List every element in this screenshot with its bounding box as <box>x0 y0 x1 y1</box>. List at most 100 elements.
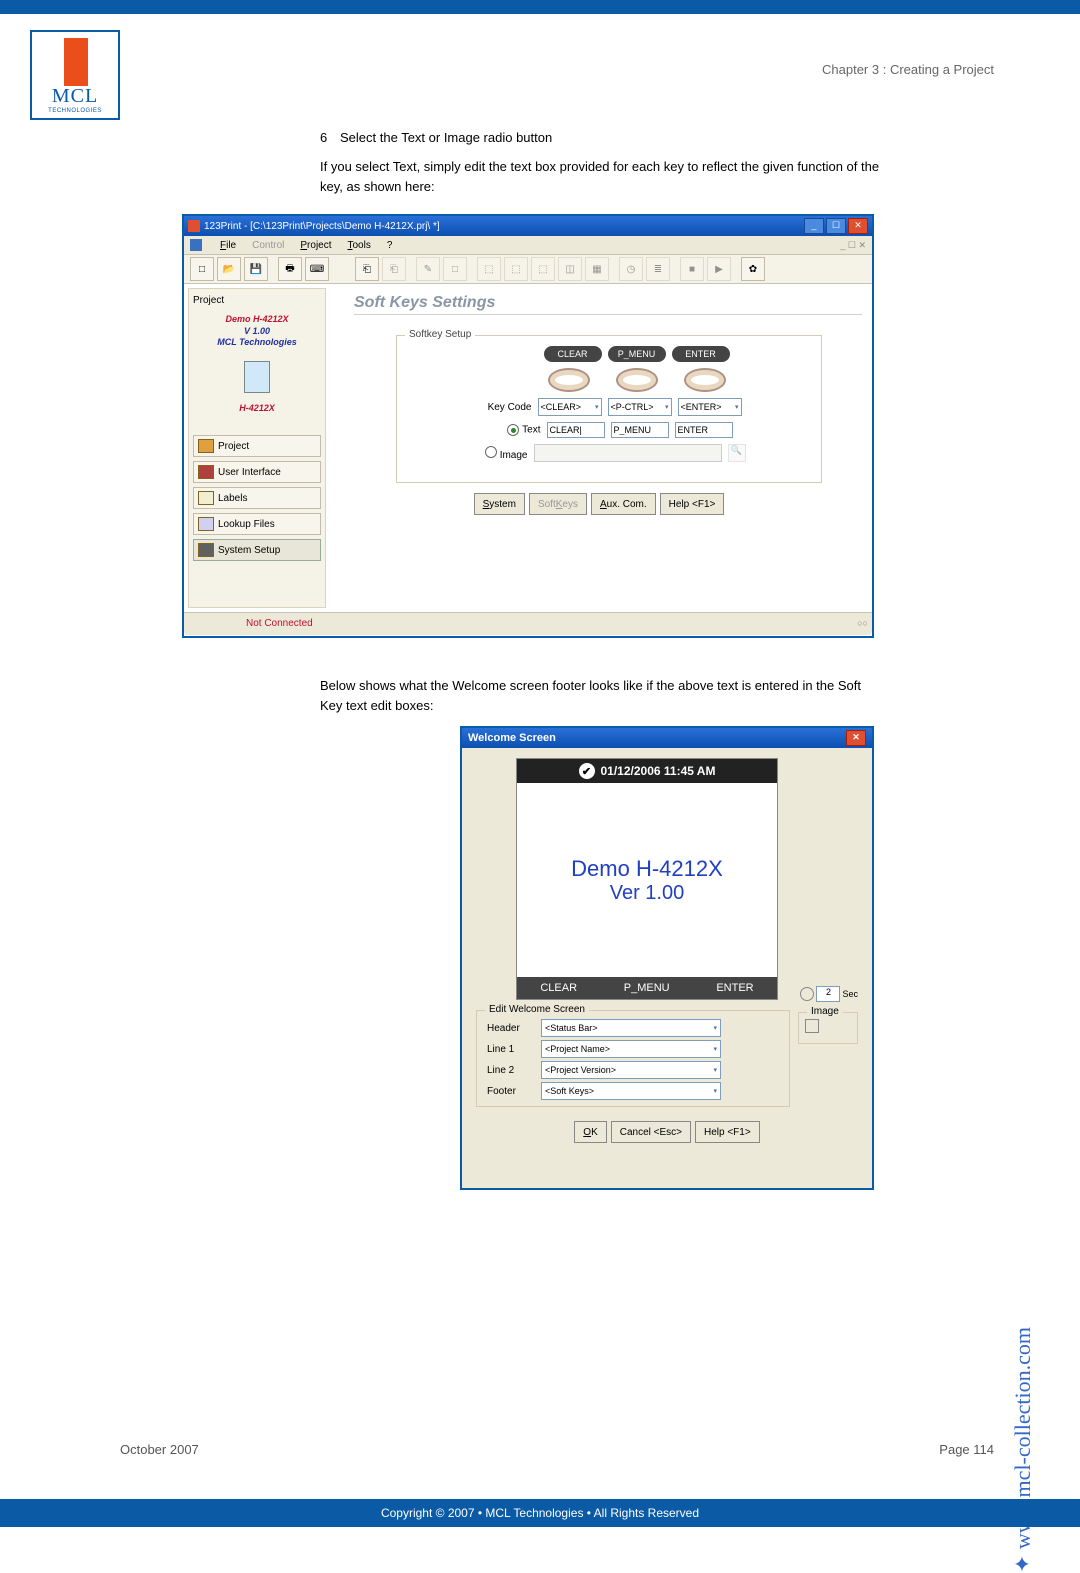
window-title: 123Print - [C:\123Print\Projects\Demo H-… <box>204 221 440 232</box>
sidebar: Project Demo H-4212X V 1.00 MCL Technolo… <box>188 288 326 608</box>
titlebar-icon <box>188 220 200 232</box>
welcome-close-button[interactable]: ✕ <box>846 730 866 746</box>
text-input-1[interactable] <box>547 422 605 438</box>
tool-gear[interactable]: ✿ <box>741 257 765 281</box>
maximize-button[interactable]: ☐ <box>826 218 846 234</box>
welcome-footer-1: CLEAR <box>540 982 577 994</box>
sidebar-lookup[interactable]: Lookup Files <box>193 513 321 535</box>
cancel-button[interactable]: Cancel <Esc> <box>611 1121 691 1143</box>
softkey-legend: Softkey Setup <box>405 329 475 340</box>
row-line2-label: Line 2 <box>487 1065 533 1076</box>
chapter-title: Chapter 3 : Creating a Project <box>822 62 994 77</box>
welcome-display: ✔ 01/12/2006 11:45 AM Demo H-4212X Ver 1… <box>516 758 778 1000</box>
close-button[interactable]: ✕ <box>848 218 868 234</box>
image-checkbox[interactable] <box>805 1019 819 1033</box>
row-header-label: Header <box>487 1023 533 1034</box>
image-legend: Image <box>807 1006 843 1017</box>
doc-icon <box>190 239 202 251</box>
tool-d[interactable]: □ <box>443 257 467 281</box>
browse-image-button: 🔍 <box>728 444 746 462</box>
step-text: Select the Text or Image radio button <box>340 130 552 145</box>
logo-text: MCL <box>52 85 98 108</box>
key-oval-1 <box>548 368 590 392</box>
menu-file[interactable]: File <box>220 240 236 251</box>
radio-text[interactable] <box>507 424 519 436</box>
tool-f[interactable]: ⬚ <box>504 257 528 281</box>
menu-project[interactable]: Project <box>300 240 331 251</box>
welcome-footer-2: P_MENU <box>624 982 670 994</box>
row-header-select[interactable]: <Status Bar>▾ <box>541 1019 721 1037</box>
timer-value[interactable]: 2 <box>816 986 840 1002</box>
sidebar-ui[interactable]: User Interface <box>193 461 321 483</box>
keycode-label: Key Code <box>477 402 532 413</box>
softkey-fieldset: Softkey Setup CLEAR P_MENU ENTER Key Cod… <box>396 335 822 483</box>
keycode-select-1[interactable]: <CLEAR>▾ <box>538 398 602 416</box>
menu-tools[interactable]: Tools <box>348 240 371 251</box>
tool-printer2[interactable]: ⌨ <box>305 257 329 281</box>
screenshot-welcome: Welcome Screen ✕ ✔ 01/12/2006 11:45 AM D… <box>460 726 874 1190</box>
image-label: Image <box>500 450 528 461</box>
mdi-controls[interactable]: _ ☐ ✕ <box>840 240 866 251</box>
logo-subtext: TECHNOLOGIES <box>48 108 102 114</box>
key-oval-2 <box>616 368 658 392</box>
minimize-button[interactable]: _ <box>804 218 824 234</box>
welcome-title: Welcome Screen <box>468 732 556 744</box>
tool-c[interactable]: ✎ <box>416 257 440 281</box>
sidebar-project[interactable]: Project <box>193 435 321 457</box>
pill-clear: CLEAR <box>544 346 602 362</box>
system-button[interactable]: System <box>474 493 525 515</box>
row-line2-select[interactable]: <Project Version>▾ <box>541 1061 721 1079</box>
keycode-select-3[interactable]: <ENTER>▾ <box>678 398 742 416</box>
menu-help[interactable]: ? <box>387 240 393 251</box>
auxcom-button[interactable]: Aux. Com. <box>591 493 656 515</box>
key-oval-3 <box>684 368 726 392</box>
help-button[interactable]: Help <F1> <box>660 493 725 515</box>
text-input-3[interactable] <box>675 422 733 438</box>
tool-new[interactable]: □ <box>190 257 214 281</box>
sidebar-system[interactable]: System Setup <box>193 539 321 561</box>
tool-l[interactable]: ■ <box>680 257 704 281</box>
screenshot-123print: 123Print - [C:\123Print\Projects\Demo H-… <box>182 214 874 638</box>
printer-model: H-4212X <box>193 403 321 413</box>
clock-icon <box>800 987 814 1001</box>
row-line1-select[interactable]: <Project Name>▾ <box>541 1040 721 1058</box>
softkeys-button[interactable]: Soft Keys <box>529 493 587 515</box>
text-label: Text <box>522 425 540 436</box>
tool-printer1[interactable]: 🖶 <box>278 257 302 281</box>
tool-h[interactable]: ◫ <box>558 257 582 281</box>
tool-k[interactable]: ≣ <box>646 257 670 281</box>
project-label: Project <box>193 295 321 306</box>
copyright: Copyright © 2007 • MCL Technologies • Al… <box>0 1499 1080 1527</box>
step-number: 6 <box>320 130 340 145</box>
text-input-2[interactable] <box>611 422 669 438</box>
tool-m[interactable]: ▶ <box>707 257 731 281</box>
status-lights: ○○ <box>857 618 868 628</box>
site-url: ✦ www.mcl-collection.com <box>1010 1327 1036 1573</box>
tool-b[interactable]: ⎗ <box>382 257 406 281</box>
status-text: Not Connected <box>246 618 313 629</box>
radio-image[interactable] <box>485 446 497 458</box>
mcl-logo: MCL TECHNOLOGIES <box>30 30 120 120</box>
keycode-select-2[interactable]: <P-CTRL>▾ <box>608 398 672 416</box>
sidebar-labels[interactable]: Labels <box>193 487 321 509</box>
footer-date: October 2007 <box>120 1442 199 1457</box>
image-fieldset: Image <box>798 1012 858 1044</box>
help-button-2[interactable]: Help <F1> <box>695 1121 760 1143</box>
tool-g[interactable]: ⬚ <box>531 257 555 281</box>
menu-control[interactable]: Control <box>252 240 284 251</box>
ok-button[interactable]: OK <box>574 1121 606 1143</box>
paragraph-2: Below shows what the Welcome screen foot… <box>320 676 880 715</box>
tool-open[interactable]: 📂 <box>217 257 241 281</box>
printer-icon <box>244 361 270 393</box>
tool-i[interactable]: ▦ <box>585 257 609 281</box>
tool-e[interactable]: ⬚ <box>477 257 501 281</box>
row-footer-select[interactable]: <Soft Keys>▾ <box>541 1082 721 1100</box>
tool-j[interactable]: ◷ <box>619 257 643 281</box>
row-footer-label: Footer <box>487 1086 533 1097</box>
edit-welcome-fieldset: Edit Welcome Screen Header <Status Bar>▾… <box>476 1010 790 1107</box>
tool-a[interactable]: ⎗ <box>355 257 379 281</box>
tool-save[interactable]: 💾 <box>244 257 268 281</box>
toolbar: □ 📂 💾 🖶 ⌨ ⎗ ⎗ ✎ □ ⬚ ⬚ ⬚ ◫ ▦ ◷ ≣ ■ ▶ ✿ <box>184 255 872 284</box>
timer-control: 2 Sec <box>800 986 858 1002</box>
settings-title: Soft Keys Settings <box>354 294 862 315</box>
